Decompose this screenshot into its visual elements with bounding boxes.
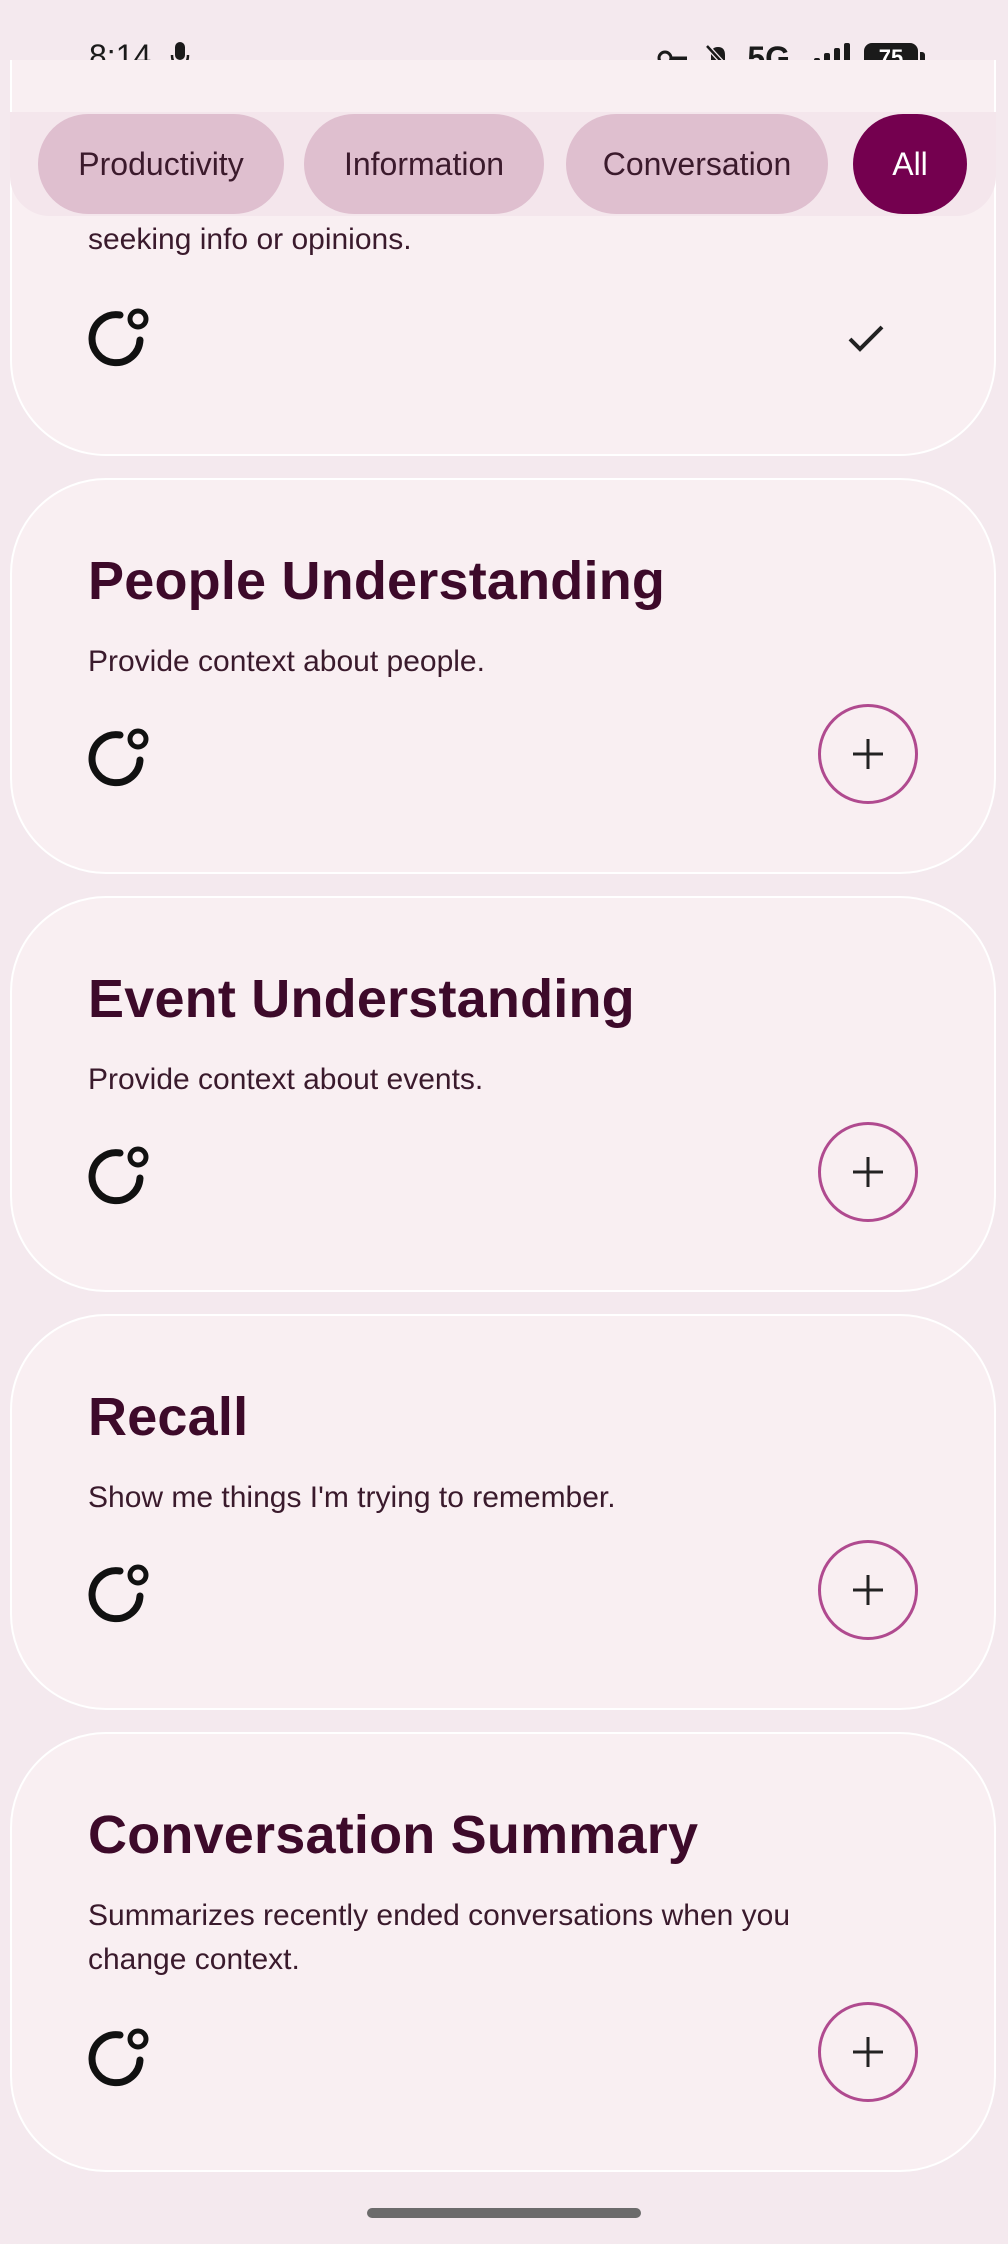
plus-icon xyxy=(853,1157,883,1187)
add-button[interactable] xyxy=(818,2002,918,2102)
card-description: Provide context about events. xyxy=(88,1063,484,1096)
card-description: Show me things I'm trying to remember. xyxy=(88,1481,616,1514)
card-description: Provide context about people. xyxy=(88,645,485,678)
card-description: Summarizes recently ended conversations … xyxy=(88,1899,791,1976)
plus-icon xyxy=(853,2037,883,2067)
card-title: Conversation Summary xyxy=(88,1805,699,1865)
app-logo-icon xyxy=(88,2028,149,2087)
card-people-understanding[interactable]: People Understanding Provide context abo… xyxy=(10,478,996,874)
add-button[interactable] xyxy=(818,1540,918,1640)
chip-information[interactable]: Information xyxy=(304,114,544,214)
card-description: seeking info or opinions. xyxy=(88,223,412,256)
card-title: Event Understanding xyxy=(88,969,635,1029)
home-indicator[interactable] xyxy=(367,2208,641,2218)
app-logo-icon xyxy=(88,308,149,367)
add-button[interactable] xyxy=(818,1122,918,1222)
card-title: Recall xyxy=(88,1387,249,1447)
app-logo-icon xyxy=(88,728,149,787)
chip-all[interactable]: All xyxy=(853,114,967,214)
card-conversation-summary[interactable]: Conversation Summary Summarizes recently… xyxy=(10,1732,996,2172)
chip-conversation[interactable]: Conversation xyxy=(566,114,828,214)
app-logo-icon xyxy=(88,1146,149,1205)
added-check-icon[interactable] xyxy=(844,316,888,360)
plus-icon xyxy=(853,739,883,769)
card-event-understanding[interactable]: Event Understanding Provide context abou… xyxy=(10,896,996,1292)
card-title: People Understanding xyxy=(88,551,666,611)
chip-productivity[interactable]: Productivity xyxy=(38,114,284,214)
app-logo-icon xyxy=(88,1564,149,1623)
add-button[interactable] xyxy=(818,704,918,804)
card-recall[interactable]: Recall Show me things I'm trying to reme… xyxy=(10,1314,996,1710)
plus-icon xyxy=(853,1575,883,1605)
